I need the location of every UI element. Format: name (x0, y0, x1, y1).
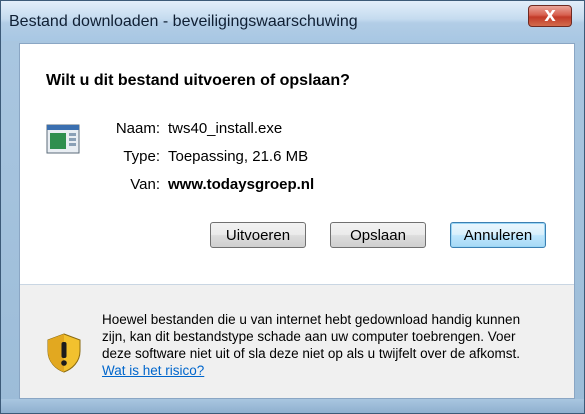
download-dialog-window: Bestand downloaden - beveiligingswaarsch… (0, 0, 585, 414)
file-name-value: tws40_install.exe (168, 120, 283, 137)
warning-text: Hoewel bestanden die u van internet hebt… (102, 311, 542, 379)
question-heading: Wilt u dit bestand uitvoeren of opslaan? (46, 72, 350, 89)
file-name-label: Naam: (115, 120, 160, 137)
title-bar[interactable]: Bestand downloaden - beveiligingswaarsch… (1, 1, 584, 41)
file-type-value: Toepassing, 21.6 MB (168, 148, 309, 165)
warning-message: Hoewel bestanden die u van internet hebt… (102, 312, 521, 361)
risk-info-link[interactable]: Wat is het risico? (102, 363, 204, 378)
executable-file-icon (46, 124, 80, 154)
file-type-label: Type: (123, 148, 160, 165)
run-button[interactable]: Uitvoeren (210, 222, 306, 248)
cancel-button[interactable]: Annuleren (450, 222, 546, 248)
close-icon: X (544, 7, 556, 25)
window-bottom-frame (1, 399, 584, 413)
close-button[interactable]: X (528, 5, 572, 27)
window-title: Bestand downloaden - beveiligingswaarsch… (9, 13, 358, 30)
save-button[interactable]: Opslaan (330, 222, 426, 248)
file-source-value: www.todaysgroep.nl (168, 176, 315, 193)
security-shield-icon (47, 333, 81, 373)
file-source-label: Van: (130, 176, 160, 193)
dialog-content: Wilt u dit bestand uitvoeren of opslaan?… (19, 43, 575, 399)
warning-section: Hoewel bestanden die u van internet hebt… (20, 285, 574, 398)
